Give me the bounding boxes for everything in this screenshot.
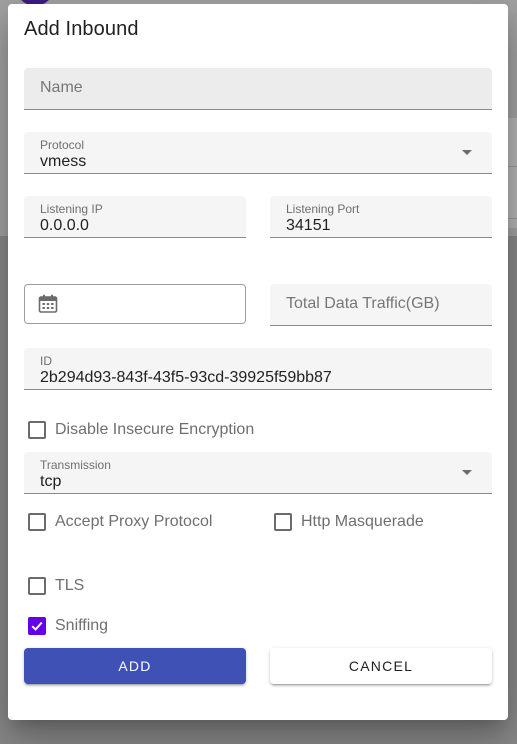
checkbox-box[interactable] — [274, 513, 292, 531]
transmission-label: Transmission — [40, 458, 111, 472]
listening-ip-field[interactable]: Listening IP 0.0.0.0 — [24, 196, 246, 238]
accept-proxy-label: Accept Proxy Protocol — [55, 513, 213, 530]
id-value: 2b294d93-843f-43f5-93cd-39925f59bb87 — [40, 369, 332, 386]
transmission-value: tcp — [40, 473, 62, 490]
chevron-down-icon — [462, 470, 472, 475]
listening-ip-label: Listening IP — [40, 202, 103, 216]
cancel-button[interactable]: CANCEL — [270, 648, 492, 684]
sniffing-checkbox[interactable]: Sniffing — [28, 617, 108, 635]
sniffing-label: Sniffing — [55, 617, 109, 634]
listening-port-label: Listening Port — [286, 202, 360, 216]
tls-label: TLS — [55, 577, 85, 594]
calendar-icon[interactable] — [38, 294, 58, 319]
tls-checkbox[interactable]: TLS — [28, 577, 84, 595]
protocol-value: vmess — [40, 153, 87, 170]
expiry-date-field[interactable] — [24, 284, 246, 324]
disable-insecure-checkbox[interactable]: Disable Insecure Encryption — [28, 421, 254, 439]
id-field[interactable]: ID 2b294d93-843f-43f5-93cd-39925f59bb87 — [24, 348, 492, 390]
chevron-down-icon — [462, 150, 472, 155]
transmission-select[interactable]: Transmission tcp — [24, 452, 492, 494]
http-masquerade-checkbox[interactable]: Http Masquerade — [274, 513, 424, 531]
checkbox-box[interactable] — [28, 577, 46, 595]
add-inbound-dialog: Add Inbound Name Protocol vmess Listenin… — [8, 4, 508, 720]
add-button[interactable]: ADD — [24, 648, 246, 684]
name-field[interactable]: Name — [24, 68, 492, 110]
listening-port-value: 34151 — [286, 217, 331, 234]
check-icon — [31, 621, 43, 631]
checkbox-box[interactable] — [28, 421, 46, 439]
total-traffic-field[interactable]: Total Data Traffic(GB) — [270, 284, 492, 326]
disable-insecure-label: Disable Insecure Encryption — [55, 421, 255, 438]
listening-ip-value: 0.0.0.0 — [40, 217, 89, 234]
id-label: ID — [40, 354, 52, 368]
name-placeholder: Name — [40, 79, 83, 96]
checkbox-box[interactable] — [28, 513, 46, 531]
http-masquerade-label: Http Masquerade — [301, 513, 424, 530]
checkbox-box-checked[interactable] — [28, 617, 46, 635]
protocol-select[interactable]: Protocol vmess — [24, 132, 492, 174]
total-traffic-placeholder: Total Data Traffic(GB) — [286, 295, 440, 312]
accept-proxy-checkbox[interactable]: Accept Proxy Protocol — [28, 513, 212, 531]
dialog-title: Add Inbound — [24, 18, 139, 40]
protocol-label: Protocol — [40, 138, 85, 152]
listening-port-field[interactable]: Listening Port 34151 — [270, 196, 492, 238]
